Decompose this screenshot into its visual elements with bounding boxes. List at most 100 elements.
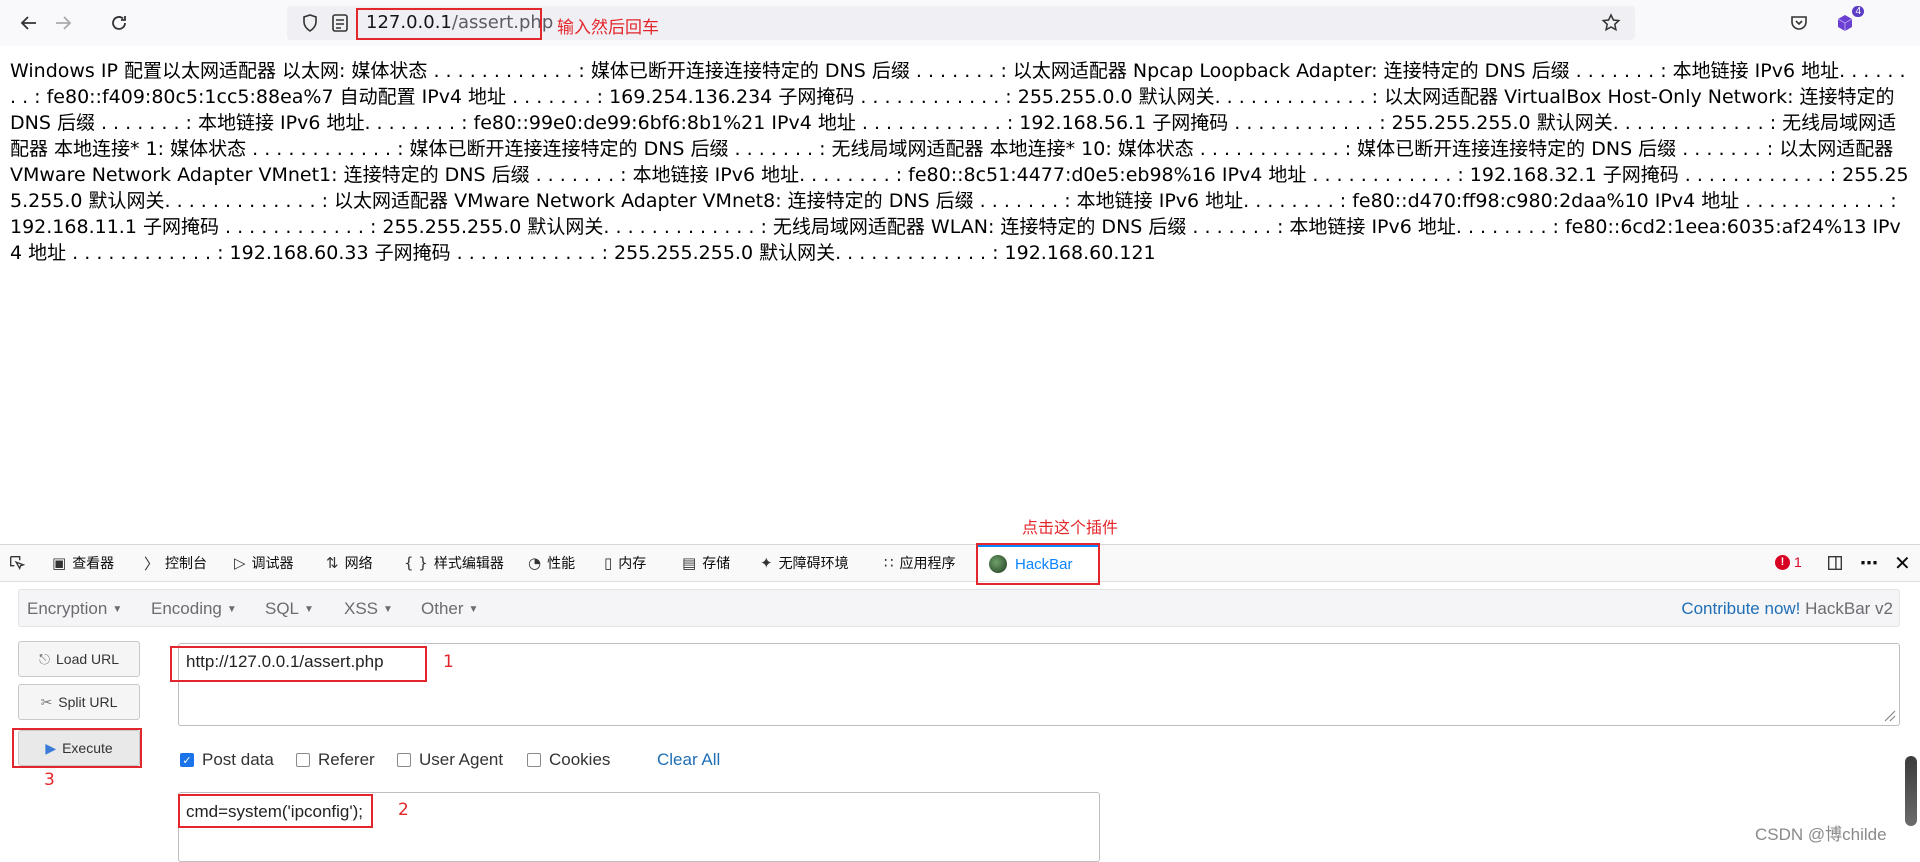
menu-label: Other bbox=[421, 599, 464, 618]
more-options-button[interactable]: ⋯ bbox=[1860, 545, 1879, 581]
menu-label: SQL bbox=[265, 599, 300, 618]
menu-label: Encoding bbox=[151, 599, 222, 618]
button-label: Load URL bbox=[56, 651, 120, 667]
inspector-icon: ▣ bbox=[52, 554, 67, 572]
tab-label: 应用程序 bbox=[899, 556, 956, 572]
error-icon: ! bbox=[1775, 554, 1790, 570]
scissors-icon: ✂ bbox=[40, 693, 53, 710]
tab-label: 查看器 bbox=[72, 556, 115, 572]
network-icon: ⇅ bbox=[326, 554, 339, 572]
button-label: Split URL bbox=[58, 694, 118, 710]
extension-badge: 4 bbox=[1852, 6, 1864, 17]
tab-style-editor[interactable]: { } 样式编辑器 bbox=[404, 545, 504, 581]
plugin-annotation: 点击这个插件 bbox=[1022, 518, 1119, 537]
hackbar-tab-highlight-box bbox=[976, 543, 1100, 585]
resize-grip-icon[interactable] bbox=[1882, 708, 1896, 722]
checkbox-label: User Agent bbox=[419, 750, 504, 769]
checkbox-icon bbox=[296, 753, 310, 767]
tab-console[interactable]: 〉 控制台 bbox=[144, 545, 207, 581]
tab-network[interactable]: ⇅ 网络 bbox=[326, 545, 373, 581]
arrow-left-icon bbox=[20, 16, 36, 30]
close-icon: ✕ bbox=[1894, 551, 1911, 575]
error-count: 1 bbox=[1794, 554, 1802, 570]
url-value-highlight-box bbox=[170, 646, 427, 682]
caret-down-icon: ▼ bbox=[112, 604, 123, 616]
checkbox-checked-icon: ✓ bbox=[180, 753, 194, 767]
checkbox-label: Post data bbox=[202, 750, 274, 769]
tab-accessibility[interactable]: ✦ 无障碍环境 bbox=[760, 545, 849, 581]
url-highlight-box bbox=[356, 8, 542, 40]
hackbar-url-textarea[interactable] bbox=[178, 643, 1900, 726]
user-agent-checkbox[interactable]: User Agent bbox=[397, 750, 503, 770]
menu-encoding[interactable]: Encoding ▼ bbox=[151, 599, 237, 619]
more-icon: ⋯ bbox=[1860, 552, 1879, 574]
tab-debugger[interactable]: ▷ 调试器 bbox=[234, 545, 294, 581]
pick-element-button[interactable] bbox=[8, 545, 26, 581]
clear-all-link[interactable]: Clear All bbox=[657, 750, 720, 770]
debugger-icon: ▷ bbox=[234, 554, 246, 572]
dock-icon bbox=[1828, 556, 1842, 570]
split-url-button[interactable]: ✂ Split URL bbox=[18, 684, 140, 720]
memory-icon: ▯ bbox=[604, 554, 613, 572]
side-scroll-widget[interactable] bbox=[1905, 756, 1917, 826]
pick-element-icon bbox=[10, 556, 26, 571]
watermark: CSDN @博childe bbox=[1755, 825, 1887, 844]
tab-label: 存储 bbox=[702, 556, 731, 572]
performance-icon: ◔ bbox=[528, 554, 542, 572]
post-data-checkbox[interactable]: ✓ Post data bbox=[180, 750, 274, 770]
reload-icon bbox=[112, 16, 126, 30]
menu-xss[interactable]: XSS ▼ bbox=[344, 599, 393, 619]
tab-label: 调试器 bbox=[251, 556, 294, 572]
page-info-icon[interactable] bbox=[325, 8, 355, 38]
tab-performance[interactable]: ◔ 性能 bbox=[528, 545, 575, 581]
console-icon: 〉 bbox=[144, 554, 160, 573]
load-url-button[interactable]: ⎋ Load URL bbox=[18, 641, 140, 677]
hackbar-version: HackBar v2 bbox=[1800, 599, 1893, 618]
referer-checkbox[interactable]: Referer bbox=[296, 750, 375, 770]
hackbar-menu-bar: Encryption ▼ Encoding ▼ SQL ▼ XSS ▼ Other ▼ C… bbox=[18, 589, 1900, 627]
tab-application[interactable]: ∷ 应用程序 bbox=[884, 545, 956, 581]
forward-button[interactable] bbox=[48, 8, 78, 38]
dock-toggle-button[interactable] bbox=[1826, 545, 1844, 581]
cookies-checkbox[interactable]: Cookies bbox=[527, 750, 610, 770]
pocket-button[interactable] bbox=[1784, 8, 1814, 38]
menu-encryption[interactable]: Encryption ▼ bbox=[27, 599, 122, 619]
checkbox-label: Referer bbox=[318, 750, 375, 769]
tab-label: 内存 bbox=[618, 556, 647, 572]
tab-label: 控制台 bbox=[165, 556, 208, 572]
contribute-link[interactable]: Contribute now! bbox=[1681, 599, 1800, 618]
arrow-right-icon bbox=[56, 16, 72, 30]
menu-other[interactable]: Other ▼ bbox=[421, 599, 478, 619]
tracking-shield-icon[interactable] bbox=[295, 8, 325, 38]
reload-button[interactable] bbox=[104, 8, 134, 38]
tab-memory[interactable]: ▯ 内存 bbox=[604, 545, 646, 581]
checkbox-icon bbox=[527, 753, 541, 767]
application-icon: ∷ bbox=[884, 554, 894, 572]
back-button[interactable] bbox=[14, 8, 44, 38]
error-count-badge[interactable]: ! 1 bbox=[1775, 554, 1802, 570]
ipconfig-output: Windows IP 配置以太网适配器 以太网: 媒体状态 . . . . . … bbox=[10, 60, 1909, 264]
execute-highlight-box bbox=[12, 728, 142, 768]
close-devtools-button[interactable]: ✕ bbox=[1894, 545, 1911, 581]
step-1-label: 1 bbox=[443, 652, 454, 672]
devtools-tab-bar: ▣ 查看器 〉 控制台 ▷ 调试器 ⇅ 网络 { } 样式编辑器 ◔ 性能 ▯ … bbox=[0, 545, 1920, 582]
url-annotation: 输入然后回车 bbox=[557, 18, 659, 38]
step-2-label: 2 bbox=[398, 800, 409, 820]
browser-toolbar: 127.0.0.1/assert.php 输入然后回车 4 bbox=[0, 0, 1920, 46]
storage-icon: ▤ bbox=[682, 554, 697, 572]
extension-cube-icon bbox=[1837, 15, 1853, 31]
caret-down-icon: ▼ bbox=[468, 604, 479, 616]
style-editor-icon: { } bbox=[404, 554, 428, 572]
caret-down-icon: ▼ bbox=[383, 604, 393, 616]
menu-label: Encryption bbox=[27, 599, 108, 618]
accessibility-icon: ✦ bbox=[760, 554, 773, 572]
step-3-label: 3 bbox=[44, 770, 55, 790]
tab-inspector[interactable]: ▣ 查看器 bbox=[52, 545, 114, 581]
load-url-icon: ⎋ bbox=[38, 650, 51, 667]
extensions-button[interactable]: 4 bbox=[1830, 6, 1864, 38]
tab-storage[interactable]: ▤ 存储 bbox=[682, 545, 730, 581]
bookmark-star-button[interactable] bbox=[1596, 8, 1626, 38]
menu-sql[interactable]: SQL ▼ bbox=[265, 599, 314, 619]
tab-label: 网络 bbox=[344, 556, 373, 572]
checkbox-icon bbox=[397, 753, 411, 767]
